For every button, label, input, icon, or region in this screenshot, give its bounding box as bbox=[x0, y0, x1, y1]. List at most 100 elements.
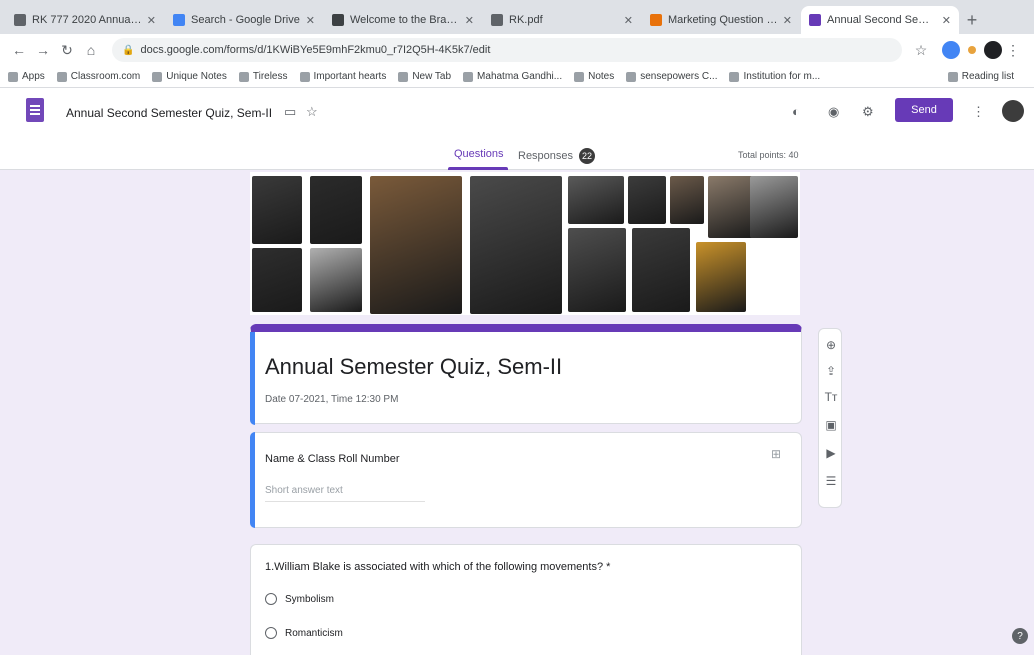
bookmark-label: New Tab bbox=[412, 71, 452, 82]
more-options-icon[interactable]: ⋮ bbox=[972, 104, 985, 120]
close-icon[interactable]: ✕ bbox=[465, 14, 474, 27]
extension-icon[interactable] bbox=[942, 41, 960, 59]
question-card-name[interactable]: Name & Class Roll Number ⊞ Short answer … bbox=[250, 432, 802, 528]
portrait-photo bbox=[370, 176, 462, 314]
bookmark-label: Important hearts bbox=[313, 71, 387, 82]
bookmark-item[interactable]: New Tab bbox=[398, 71, 451, 82]
bookmark-item[interactable]: Apps bbox=[8, 71, 45, 82]
browser-tab[interactable]: RK.pdf ✕ bbox=[483, 6, 641, 34]
tab-favicon-icon bbox=[491, 14, 503, 26]
add-video-icon[interactable]: ▶ bbox=[823, 445, 839, 461]
bookmark-item[interactable]: Institution for m... bbox=[729, 71, 820, 82]
tab-favicon-icon bbox=[809, 14, 821, 26]
tab-favicon-icon bbox=[173, 14, 185, 26]
portrait-photo bbox=[568, 228, 626, 312]
add-question-icon[interactable]: ⊕ bbox=[823, 337, 839, 353]
back-icon[interactable]: ← bbox=[8, 39, 30, 61]
star-icon[interactable]: ☆ bbox=[910, 39, 932, 61]
option-item[interactable]: Symbolism bbox=[265, 593, 334, 605]
bookmark-icon bbox=[152, 71, 163, 82]
answer-underline bbox=[265, 501, 425, 502]
forms-logo-icon[interactable] bbox=[26, 98, 44, 122]
import-questions-icon[interactable]: ⇪ bbox=[823, 363, 839, 379]
bookmark-item[interactable]: Notes bbox=[574, 71, 614, 82]
reload-icon[interactable]: ↻ bbox=[56, 39, 78, 61]
palette-icon[interactable]: ◐ bbox=[792, 104, 800, 119]
send-button[interactable]: Send bbox=[895, 98, 953, 122]
add-section-icon[interactable]: ☰ bbox=[823, 473, 839, 489]
option-item[interactable]: Romanticism bbox=[265, 627, 343, 639]
bookmark-item[interactable]: Tireless bbox=[238, 71, 288, 82]
total-points: Total points: 40 bbox=[738, 150, 799, 160]
browser-tab-strip: RK 777 2020 Annual Result...✕Search - Go… bbox=[0, 0, 1034, 34]
tab-questions[interactable]: Questions bbox=[454, 148, 504, 160]
portrait-photo bbox=[310, 176, 362, 244]
close-icon[interactable]: ✕ bbox=[783, 14, 792, 27]
tab-responses[interactable]: Responses 22 bbox=[518, 148, 596, 164]
new-tab-icon[interactable]: + bbox=[960, 8, 984, 32]
form-title-card[interactable]: Annual Semester Quiz, Sem-II Date 07-202… bbox=[250, 324, 802, 425]
address-bar[interactable]: 🔒 docs.google.com/forms/d/1KWiBYe5E9mhF2… bbox=[112, 38, 902, 62]
question-card-mcq[interactable]: 1.William Blake is associated with which… bbox=[250, 544, 802, 655]
tab-title: RK.pdf bbox=[509, 14, 543, 26]
image-icon[interactable]: ⊞ bbox=[771, 447, 781, 461]
radio-button[interactable] bbox=[265, 627, 277, 639]
bookmark-icon bbox=[729, 71, 740, 82]
forms-tabs: Questions Responses 22 Total points: 40 bbox=[0, 140, 1034, 170]
bookmark-item[interactable]: sensepowers C... bbox=[626, 71, 717, 82]
portrait-photo bbox=[470, 176, 562, 314]
add-title-icon[interactable]: Tт bbox=[823, 389, 839, 405]
question-title[interactable]: 1.William Blake is associated with which… bbox=[265, 561, 610, 573]
portrait-photo bbox=[568, 176, 624, 224]
question-title[interactable]: Name & Class Roll Number bbox=[265, 453, 399, 465]
active-card-indicator bbox=[250, 332, 255, 425]
bookmark-item[interactable]: Important hearts bbox=[299, 71, 387, 82]
portrait-photo bbox=[632, 228, 690, 312]
bookmark-item[interactable]: Unique Notes bbox=[152, 71, 227, 82]
portrait-photo bbox=[252, 176, 302, 244]
bookmark-icon bbox=[463, 71, 474, 82]
portrait-photo bbox=[750, 176, 798, 238]
url-text: docs.google.com/forms/d/1KWiBYe5E9mhF2km… bbox=[140, 44, 491, 56]
responses-count-badge: 22 bbox=[579, 148, 596, 164]
bookmark-label: Tireless bbox=[252, 71, 288, 82]
tab-title: Search - Google Drive bbox=[191, 14, 300, 26]
form-description[interactable]: Date 07-2021, Time 12:30 PM bbox=[265, 394, 398, 405]
close-icon[interactable]: ✕ bbox=[147, 14, 156, 27]
add-image-icon[interactable]: ▣ bbox=[823, 417, 839, 433]
browser-tab[interactable]: Marketing Question Bank ✕ bbox=[642, 6, 800, 34]
option-label: Romanticism bbox=[285, 627, 343, 639]
forward-icon[interactable]: → bbox=[32, 39, 54, 61]
option-label: Symbolism bbox=[285, 593, 334, 605]
form-title[interactable]: Annual Semester Quiz, Sem-II bbox=[265, 354, 562, 380]
bookmark-item[interactable]: Mahatma Gandhi... bbox=[463, 71, 562, 82]
browser-tab[interactable]: Welcome to the Brave... ✕ bbox=[324, 6, 482, 34]
bookmark-item[interactable]: Classroom.com bbox=[56, 71, 140, 82]
home-icon[interactable]: ⌂ bbox=[80, 39, 102, 61]
bookmark-label: Mahatma Gandhi... bbox=[477, 71, 563, 82]
bookmark-label: Notes bbox=[588, 71, 615, 82]
browser-tab[interactable]: RK 777 2020 Annual Result... ✕ bbox=[6, 6, 164, 34]
avatar[interactable] bbox=[1002, 100, 1024, 122]
settings-gear-icon[interactable]: ⚙ bbox=[862, 104, 874, 120]
close-icon[interactable]: ✕ bbox=[624, 14, 633, 27]
bookmark-label: Apps bbox=[22, 71, 45, 82]
preview-eye-icon[interactable]: ◉ bbox=[828, 104, 839, 120]
browser-tab[interactable]: Annual Second Semester ✕ bbox=[801, 6, 959, 34]
extension-dot-icon[interactable] bbox=[968, 46, 976, 54]
radio-button[interactable] bbox=[265, 593, 277, 605]
close-icon[interactable]: ✕ bbox=[306, 14, 315, 27]
bookmark-label: Unique Notes bbox=[166, 71, 227, 82]
document-title[interactable]: Annual Second Semester Quiz, Sem-II bbox=[66, 106, 272, 120]
header-image-banner bbox=[250, 172, 800, 315]
help-icon[interactable]: ? bbox=[1012, 628, 1028, 644]
menu-kebab-icon[interactable]: ⋮ bbox=[1002, 39, 1024, 61]
profile-icon[interactable] bbox=[984, 41, 1002, 59]
tab-title: Welcome to the Brave... bbox=[350, 14, 461, 26]
folder-icon[interactable]: ▭ bbox=[284, 104, 296, 120]
reading-list[interactable]: Reading list bbox=[947, 71, 1014, 82]
browser-tab[interactable]: Search - Google Drive ✕ bbox=[165, 6, 323, 34]
close-icon[interactable]: ✕ bbox=[942, 14, 951, 27]
portrait-photo bbox=[628, 176, 666, 224]
star-outline-icon[interactable]: ☆ bbox=[306, 104, 318, 120]
